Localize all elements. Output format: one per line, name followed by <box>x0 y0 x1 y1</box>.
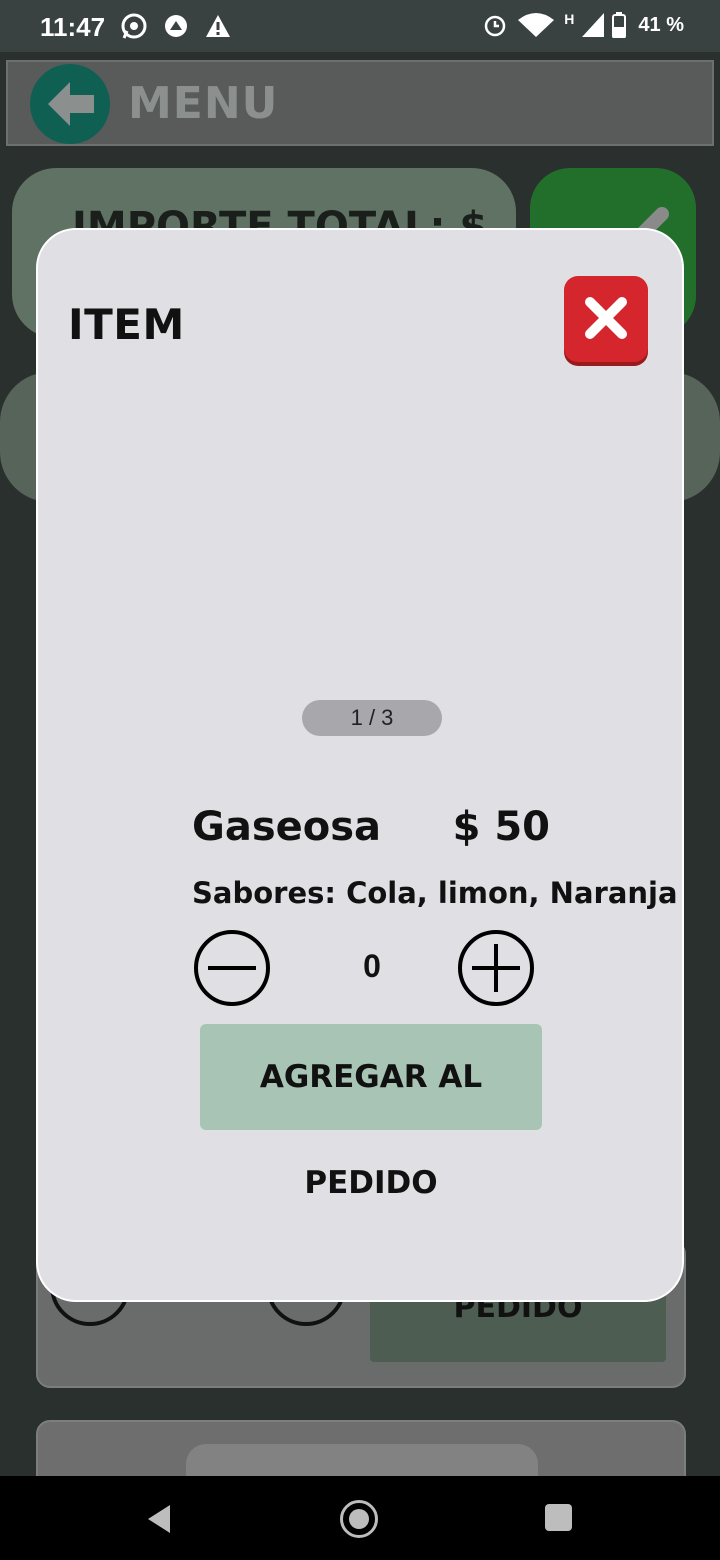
add-to-order-button[interactable]: AGREGAR AL PEDIDO <box>200 1024 542 1201</box>
item-price: $ 50 <box>452 804 550 850</box>
increase-quantity-button[interactable] <box>456 928 536 1008</box>
nav-back-icon[interactable] <box>146 1504 172 1534</box>
modal-title: ITEM <box>68 300 185 349</box>
battery-percent: 41 % <box>638 13 684 36</box>
signal-icon <box>582 13 605 37</box>
status-time: 11:47 <box>40 12 106 42</box>
warning-icon <box>206 15 230 37</box>
image-pager-indicator: 1 / 3 <box>302 700 442 736</box>
item-modal: ITEM 1 / 3 Gaseosa $ 50 Sabores: Cola, l… <box>36 228 684 1302</box>
network-type-label: H <box>564 11 575 27</box>
page-title: MENU <box>128 78 279 129</box>
close-icon <box>585 297 627 339</box>
quantity-value: 0 <box>363 948 381 984</box>
notification-icons <box>120 12 232 40</box>
back-button[interactable] <box>30 64 110 144</box>
system-icons: H 41 % <box>482 11 684 38</box>
arrow-left-icon <box>48 82 94 126</box>
decrease-quantity-button[interactable] <box>192 928 272 1008</box>
wifi-icon <box>518 13 555 37</box>
plus-icon <box>458 930 534 1006</box>
close-button[interactable] <box>564 276 648 362</box>
whatsapp-icon <box>121 13 147 39</box>
battery-icon <box>612 12 627 38</box>
nav-home-icon[interactable] <box>340 1500 378 1538</box>
nav-recents-icon[interactable] <box>545 1504 572 1531</box>
item-name: Gaseosa <box>192 804 382 850</box>
alarm-icon <box>485 15 506 37</box>
navigation-bar <box>0 1476 720 1560</box>
status-bar: 11:47 H 41 % <box>0 0 720 52</box>
app-icon <box>165 15 187 37</box>
minus-icon <box>194 930 270 1006</box>
app-bar: MENU <box>6 60 714 146</box>
item-description: Sabores: Cola, limon, Naranja <box>192 876 678 910</box>
